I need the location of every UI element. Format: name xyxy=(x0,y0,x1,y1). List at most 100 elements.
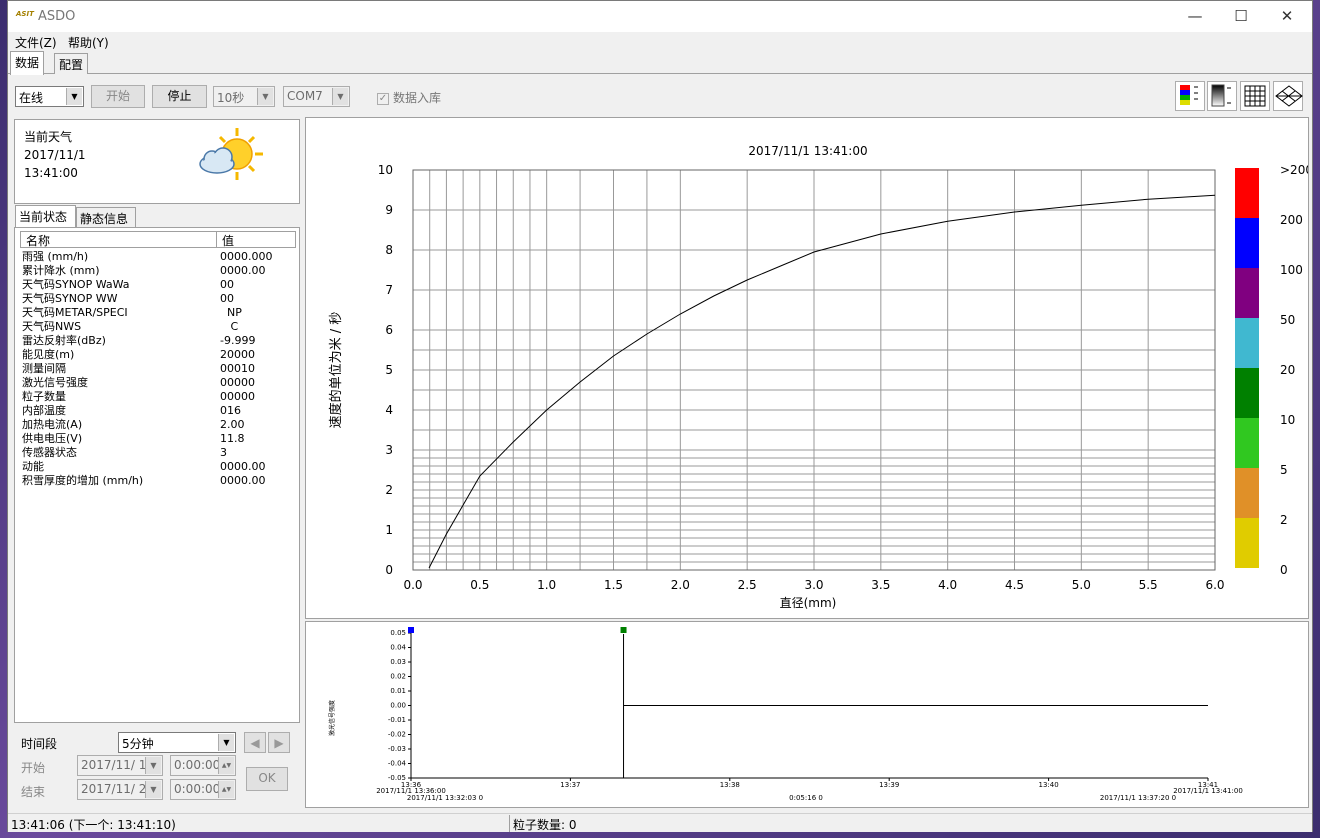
table-row[interactable]: 传感器状态 3 xyxy=(22,446,292,460)
legend-label: 200 xyxy=(1280,213,1303,227)
row-name: 供电电压(V) xyxy=(22,432,83,445)
prev-button[interactable]: ◀ xyxy=(244,732,266,753)
start-time-picker[interactable]: 0:00:00 ▲▼ xyxy=(170,755,236,776)
y-tick-label: 7 xyxy=(385,283,393,297)
close-button[interactable]: ✕ xyxy=(1264,1,1310,32)
color-scale-legend: >200200100502010520 xyxy=(1235,163,1313,577)
y-tick-label: 6 xyxy=(385,323,393,337)
signal-y-tick: -0.03 xyxy=(388,745,406,753)
menu-help[interactable]: 帮助(Y) xyxy=(68,34,109,51)
time-marker[interactable] xyxy=(620,627,627,633)
row-value: 0000.000 xyxy=(220,250,273,263)
table-row[interactable]: 天气码METAR/SPECI NP xyxy=(22,306,292,320)
table-row[interactable]: 天气码SYNOP WaWa 00 xyxy=(22,278,292,292)
x-tick-label: 0.5 xyxy=(470,578,489,592)
time-marker[interactable] xyxy=(408,627,414,633)
legend-swatch xyxy=(1235,168,1259,218)
row-value: 00 xyxy=(220,278,234,291)
table-row[interactable]: 累计降水 (mm) 0000.00 xyxy=(22,264,292,278)
mode-select[interactable]: 在线 ▼ xyxy=(15,86,84,107)
title-bar: ASIT ASDO — ☐ ✕ xyxy=(8,1,1312,32)
grayscale-icon[interactable] xyxy=(1207,81,1237,111)
table-row[interactable]: 雷达反射率(dBz) -9.999 xyxy=(22,334,292,348)
x-tick-label: 1.5 xyxy=(604,578,623,592)
signal-x-tick: 13:40 xyxy=(1039,781,1059,789)
tab-static-info[interactable]: 静态信息 xyxy=(76,207,136,227)
y-tick-label: 2 xyxy=(385,483,393,497)
port-select[interactable]: COM7 ▼ xyxy=(283,86,350,107)
chevron-down-icon: ▼ xyxy=(145,781,161,798)
db-checkbox[interactable]: ✓ 数据入库 xyxy=(377,89,441,106)
x-end-label: 2017/11/1 13:41:00 xyxy=(1173,787,1243,795)
table-row[interactable]: 动能 0000.00 xyxy=(22,460,292,474)
row-name: 天气码NWS xyxy=(22,320,82,333)
menu-file[interactable]: 文件(Z) xyxy=(15,34,57,51)
legend-swatch xyxy=(1235,418,1259,468)
y-tick-label: 10 xyxy=(378,163,393,177)
table-row[interactable]: 测量间隔 00010 xyxy=(22,362,292,376)
x-tick-label: 5.5 xyxy=(1139,578,1158,592)
row-name: 粒子数量 xyxy=(22,390,66,403)
y-tick-label: 4 xyxy=(385,403,393,417)
signal-y-tick: 0.01 xyxy=(390,687,406,695)
column-value[interactable]: 值 xyxy=(217,232,297,248)
tab-config[interactable]: 配置 xyxy=(54,53,89,74)
velocity-diameter-chart: 2017/11/1 13:41:00 直径(mm) 速度的单位为米 / 秒 0.… xyxy=(328,144,1313,610)
x-tick-label: 4.0 xyxy=(938,578,957,592)
end-time-picker[interactable]: 0:00:00 ▲▼ xyxy=(170,779,236,800)
table-row[interactable]: 内部温度 016 xyxy=(22,404,292,418)
row-name: 天气码SYNOP WW xyxy=(22,292,118,305)
chevron-down-icon: ▼ xyxy=(145,757,161,774)
grid-icon[interactable] xyxy=(1240,81,1270,111)
minimize-button[interactable]: — xyxy=(1172,1,1218,32)
x-tick-label: 3.0 xyxy=(804,578,823,592)
table-row[interactable]: 供电电压(V) 11.8 xyxy=(22,432,292,446)
table-row[interactable]: 能见度(m) 20000 xyxy=(22,348,292,362)
row-value: 0000.00 xyxy=(220,264,266,277)
stop-button[interactable]: 停止 xyxy=(152,85,207,108)
table-row[interactable]: 雨强 (mm/h) 0000.000 xyxy=(22,250,292,264)
3d-view-icon[interactable] xyxy=(1273,81,1303,111)
start-button[interactable]: 开始 xyxy=(91,85,145,108)
y-axis-label: 速度的单位为米 / 秒 xyxy=(328,312,344,429)
window-title: ASDO xyxy=(38,9,76,24)
table-row[interactable]: 激光信号强度 00000 xyxy=(22,376,292,390)
legend-label: 50 xyxy=(1280,313,1295,327)
table-row[interactable]: 天气码NWS C xyxy=(22,320,292,334)
legend-label: 2 xyxy=(1280,513,1288,527)
row-name: 测量间隔 xyxy=(22,362,66,375)
interval-select[interactable]: 10秒 ▼ xyxy=(213,86,275,107)
end-date-picker[interactable]: 2017/11/ 2 ▼ xyxy=(77,779,163,800)
signal-y-tick: -0.02 xyxy=(388,731,406,739)
weather-time: 13:41:00 xyxy=(24,166,78,180)
legend-swatch xyxy=(1235,318,1259,368)
row-name: 天气码METAR/SPECI xyxy=(22,306,128,319)
row-value: 20000 xyxy=(220,348,255,361)
check-icon: ✓ xyxy=(377,92,389,105)
table-row[interactable]: 积雪厚度的增加 (mm/h) 0000.00 xyxy=(22,474,292,488)
row-value: 3 xyxy=(220,446,227,459)
table-row[interactable]: 加热电流(A) 2.00 xyxy=(22,418,292,432)
next-button[interactable]: ▶ xyxy=(268,732,290,753)
ok-button[interactable]: OK xyxy=(246,767,288,791)
legend-swatch xyxy=(1235,368,1259,418)
row-value: -9.999 xyxy=(220,334,256,347)
weather-date: 2017/11/1 xyxy=(24,148,86,162)
color-scale-icon[interactable] xyxy=(1175,81,1205,111)
table-row[interactable]: 天气码SYNOP WW 00 xyxy=(22,292,292,306)
row-value: C xyxy=(220,320,239,333)
weather-title: 当前天气 xyxy=(24,130,73,144)
signal-y-tick: -0.04 xyxy=(388,760,407,768)
time-range-select[interactable]: 5分钟 ▼ xyxy=(118,732,236,753)
chevron-down-icon: ▼ xyxy=(332,88,348,105)
tab-current-status[interactable]: 当前状态 xyxy=(15,205,76,227)
maximize-button[interactable]: ☐ xyxy=(1218,1,1264,32)
column-name[interactable]: 名称 xyxy=(21,232,217,248)
x-tick-label: 0.0 xyxy=(403,578,422,592)
y-tick-label: 5 xyxy=(385,363,393,377)
table-row[interactable]: 粒子数量 00000 xyxy=(22,390,292,404)
row-name: 激光信号强度 xyxy=(22,376,88,389)
y-tick-label: 8 xyxy=(385,243,393,257)
start-date-picker[interactable]: 2017/11/ 1 ▼ xyxy=(77,755,163,776)
tab-data[interactable]: 数据 xyxy=(10,51,45,75)
